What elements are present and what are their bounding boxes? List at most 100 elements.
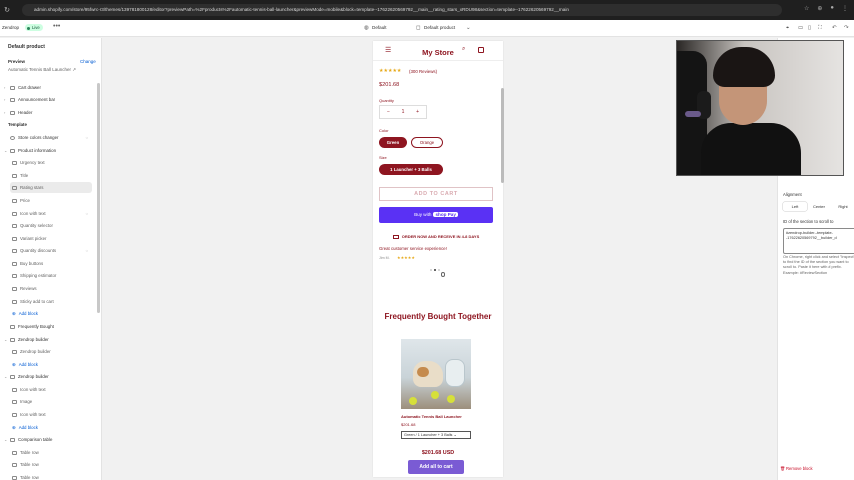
- review-count[interactable]: (300 Reviews): [409, 69, 437, 74]
- launcher-shape: [445, 359, 465, 387]
- qty-minus-button[interactable]: −: [387, 109, 390, 115]
- hidden-icon[interactable]: ◌: [86, 135, 88, 140]
- sidebar-item-table-row[interactable]: Table row: [12, 447, 39, 458]
- color-option-green[interactable]: Green: [379, 137, 407, 148]
- scroll-target-help: On Chrome, right click and select "Inspe…: [783, 255, 854, 275]
- add-block-button[interactable]: ⊕ Add block: [12, 422, 38, 433]
- fbt-variant-select[interactable]: Green / 1 Launcher + 3 Balls ⌄: [401, 431, 471, 439]
- sidebar-item-variant-picker[interactable]: Variant picker: [12, 233, 47, 244]
- undo-icon[interactable]: ↶: [832, 25, 837, 31]
- reload-icon[interactable]: ↻: [2, 6, 12, 14]
- size-option[interactable]: 1 Launcher + 3 Balls: [379, 164, 443, 175]
- profile-icon[interactable]: ●: [830, 5, 834, 12]
- quantity-stepper[interactable]: − 1 +: [379, 105, 427, 119]
- sidebar-item-urgency-text[interactable]: Urgency text: [12, 157, 45, 168]
- inspector-icon[interactable]: ⌖: [786, 25, 789, 32]
- template-selector[interactable]: Default product: [424, 25, 455, 30]
- browser-actions: ☆ ⊕ ● ⋮: [804, 5, 848, 12]
- address-bar[interactable]: admin.shopify.com/store/95fwrc-r3/themes…: [22, 4, 782, 16]
- sidebar-item-product-information[interactable]: ⌄ Product information: [4, 145, 56, 156]
- tennis-ball-shape: [447, 395, 455, 403]
- preview-product[interactable]: Automatic Tennis Ball Launcher ↗: [8, 67, 76, 73]
- alignment-right[interactable]: Right: [831, 202, 854, 211]
- sidebar-item-icon-with-text-3[interactable]: Icon with text: [12, 409, 46, 420]
- sidebar-item-label: Store colors changer: [18, 135, 59, 140]
- shop-pay-button[interactable]: Buy with shop Pay: [379, 207, 493, 223]
- alignment-center[interactable]: Center: [807, 202, 831, 211]
- sidebar-item-sticky-add-to-cart[interactable]: Sticky add to cart: [12, 296, 54, 307]
- sidebar-item-icon-with-text[interactable]: Icon with text ◌: [12, 208, 92, 219]
- hidden-icon[interactable]: ◌: [86, 248, 88, 253]
- sidebar-item-comparison-table[interactable]: ⌄ Comparison table: [4, 434, 52, 445]
- sidebar-item-quantity-selector[interactable]: Quantity selector: [12, 220, 53, 231]
- carousel-dot[interactable]: [430, 269, 432, 271]
- theme-selector[interactable]: Default: [372, 25, 387, 30]
- cart-icon[interactable]: [478, 47, 484, 53]
- sidebar-item-icon-with-text-2[interactable]: Icon with text: [12, 384, 46, 395]
- sidebar-item-zendrop-builder-block[interactable]: Zendrop builder: [12, 346, 51, 357]
- sidebar-item-table-row[interactable]: Table row: [12, 459, 39, 470]
- add-to-cart-button[interactable]: ADD TO CART: [379, 187, 493, 201]
- fullscreen-icon[interactable]: ⛶: [818, 25, 822, 32]
- scroll-target-input[interactable]: #zendrop-builder--template--176226205697…: [783, 228, 854, 254]
- webcam-overlay: [676, 40, 844, 176]
- plus-icon: ⊕: [12, 424, 16, 430]
- mobile-view-icon[interactable]: ▯: [808, 25, 811, 31]
- sidebar-item-shipping-estimator[interactable]: Shipping estimator: [12, 270, 56, 281]
- change-preview-link[interactable]: Change: [80, 59, 96, 64]
- sidebar-scrollbar[interactable]: [97, 83, 100, 313]
- sidebar-item-cart-drawer[interactable]: › Cart drawer: [4, 82, 41, 93]
- preview-scrollbar[interactable]: [501, 88, 504, 183]
- sidebar-item-frequently-bought[interactable]: Frequently Bought: [4, 321, 54, 332]
- search-icon[interactable]: ⌕: [462, 46, 465, 53]
- add-block-button[interactable]: ⊕ Add block: [12, 308, 38, 319]
- sidebar-item-price[interactable]: Price: [12, 195, 30, 206]
- hidden-icon[interactable]: ◌: [86, 211, 88, 216]
- page-title: Default product: [8, 44, 45, 50]
- section-icon: [10, 85, 15, 90]
- sidebar-item-announcement-bar[interactable]: › Announcement bar: [4, 94, 55, 105]
- sidebar-item-table-row[interactable]: Table row: [12, 472, 39, 480]
- fbt-product-title[interactable]: Automatic Tennis Ball Launcher: [401, 414, 462, 419]
- sidebar-item-rating-stars[interactable]: Rating stars: [10, 182, 92, 193]
- remove-block-button[interactable]: Remove block: [786, 466, 813, 471]
- bookmark-icon[interactable]: ☆: [804, 5, 809, 12]
- external-link-icon[interactable]: ↗: [72, 67, 76, 72]
- alignment-left[interactable]: Left: [783, 202, 807, 211]
- add-all-to-cart-button[interactable]: Add all to cart: [408, 460, 464, 474]
- sidebar-item-label: Price: [20, 198, 31, 203]
- store-name[interactable]: Zendrop: [2, 25, 19, 30]
- qty-value[interactable]: 1: [402, 109, 405, 115]
- add-block-button[interactable]: ⊕ Add block: [12, 359, 38, 370]
- product-image[interactable]: [401, 339, 471, 409]
- carousel-dot[interactable]: [438, 269, 440, 271]
- sidebar-item-reviews[interactable]: Reviews: [12, 283, 37, 294]
- redo-icon[interactable]: ↷: [844, 25, 849, 31]
- store-header: ☰ My Store ⌕: [373, 41, 503, 61]
- color-label: Color: [379, 128, 389, 133]
- carousel-dot-active[interactable]: [434, 269, 436, 271]
- sidebar-item-zendrop-builder[interactable]: ⌄ Zendrop builder: [4, 334, 49, 345]
- size-label: Size: [379, 155, 387, 160]
- browser-menu-icon[interactable]: ⋮: [842, 5, 848, 12]
- sidebar-item-buy-buttons[interactable]: Buy buttons: [12, 258, 43, 269]
- extensions-icon[interactable]: ⊕: [817, 5, 822, 12]
- carousel-dots[interactable]: [430, 269, 440, 271]
- sidebar-item-zendrop-builder-2[interactable]: ⌄ Zendrop builder: [4, 371, 49, 382]
- sidebar-item-quantity-discounts[interactable]: Quantity discounts ◌: [12, 245, 92, 256]
- qty-plus-button[interactable]: +: [416, 109, 419, 115]
- sidebar-item-title[interactable]: Title: [12, 170, 28, 181]
- trash-icon[interactable]: 🗑: [780, 466, 785, 472]
- alignment-segmented-control[interactable]: Left Center Right: [783, 202, 854, 211]
- sidebar-item-image[interactable]: Image: [12, 396, 32, 407]
- color-option-orange[interactable]: Orange: [411, 137, 443, 148]
- more-actions-button[interactable]: •••: [53, 23, 60, 30]
- block-icon: [12, 211, 17, 216]
- sidebar-item-store-colors-changer[interactable]: Store colors changer ◌: [4, 132, 92, 143]
- chevron-down-icon[interactable]: ⌄: [466, 25, 471, 31]
- sidebar-item-label: Zendrop builder: [20, 349, 51, 354]
- desktop-view-icon[interactable]: ▭: [798, 25, 803, 31]
- template-icon: ◻: [416, 25, 421, 31]
- add-block-label: Add block: [18, 311, 38, 316]
- sidebar-item-header[interactable]: › Header: [4, 107, 32, 118]
